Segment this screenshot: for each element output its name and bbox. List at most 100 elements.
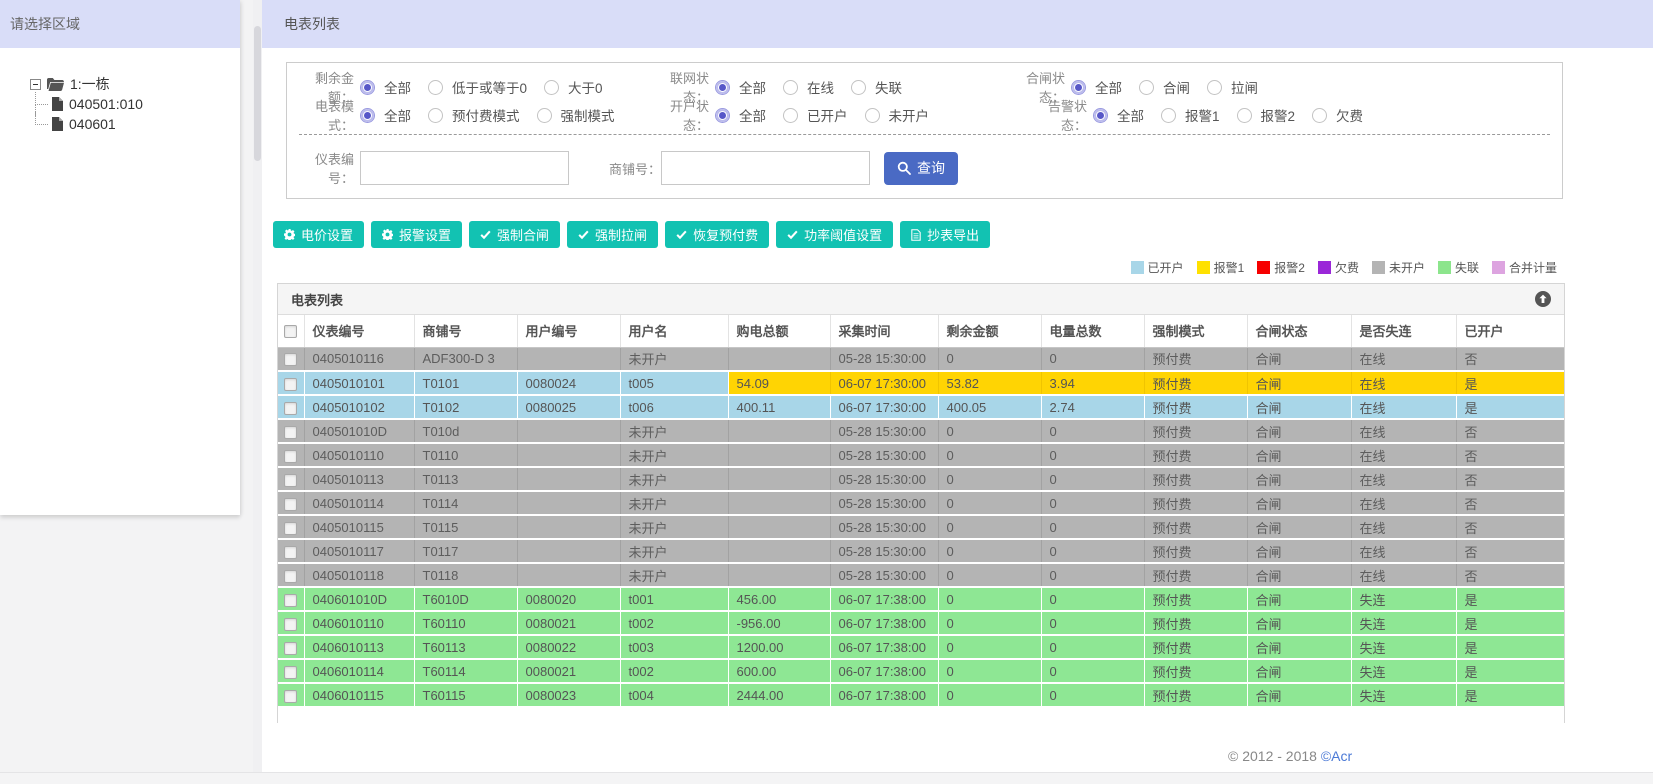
tree-child-item[interactable]: 040501:010 — [35, 92, 240, 116]
force-close-switch-button[interactable]: 强制合闸 — [469, 221, 561, 248]
table-cell: t002 — [620, 611, 729, 636]
row-checkbox[interactable] — [284, 593, 298, 607]
radio-circle[interactable] — [1161, 107, 1176, 123]
radio-circle[interactable] — [1236, 107, 1252, 123]
restore-prepaid-button[interactable]: 恢复预付费 — [665, 221, 770, 248]
table-cell: 预付费 — [1144, 467, 1248, 492]
row-checkbox[interactable] — [284, 521, 298, 535]
radio-circle[interactable] — [428, 107, 443, 123]
radio-circle[interactable] — [715, 79, 730, 95]
radio-option[interactable]: 在线 — [783, 77, 834, 97]
radio-circle[interactable] — [1139, 79, 1154, 95]
radio-option[interactable]: 拉闸 — [1207, 77, 1258, 97]
table-cell — [728, 491, 831, 516]
table-cell: T60113 — [414, 635, 518, 660]
radio-circle[interactable] — [544, 79, 560, 95]
radio-circle[interactable] — [1207, 79, 1222, 95]
column-header: 仪表编号 — [304, 315, 415, 348]
radio-option[interactable]: 未开户 — [864, 105, 929, 125]
vertical-scrollbar[interactable] — [253, 0, 262, 784]
collapse-toggle-icon[interactable] — [30, 78, 41, 90]
radio-label: 全部 — [739, 109, 766, 124]
row-checkbox[interactable] — [284, 617, 298, 631]
legend-swatch — [1130, 261, 1144, 274]
row-checkbox[interactable] — [284, 425, 298, 439]
radio-circle[interactable] — [536, 107, 552, 123]
row-checkbox[interactable] — [284, 569, 298, 583]
radio-label: 报警2 — [1260, 109, 1296, 124]
scrollbar-thumb[interactable] — [254, 26, 261, 161]
table-cell: 合闸 — [1247, 491, 1352, 516]
table-cell: 在线 — [1351, 371, 1457, 396]
radio-option[interactable]: 全部 — [360, 77, 411, 97]
row-checkbox[interactable] — [284, 689, 298, 703]
action-button-label: 电价设置 — [301, 228, 354, 243]
table-cell: t006 — [620, 395, 729, 420]
radio-option[interactable]: 已开户 — [783, 105, 848, 125]
table-cell: 0 — [938, 467, 1042, 492]
alarm-settings-button[interactable]: 报警设置 — [371, 221, 463, 248]
price-settings-button[interactable]: 电价设置 — [273, 221, 365, 248]
query-button[interactable]: 查询 — [884, 151, 959, 185]
row-checkbox[interactable] — [284, 497, 298, 511]
row-checkbox[interactable] — [284, 473, 298, 487]
gear-icon — [284, 229, 295, 240]
table-cell — [517, 347, 621, 372]
table-cell: 0 — [1041, 419, 1145, 444]
radio-option[interactable]: 欠费 — [1312, 105, 1363, 125]
filter-group: 电表模式： 全部 预付费模式 强制模式 — [290, 99, 632, 133]
table-cell: 预付费 — [1144, 563, 1248, 588]
radio-circle[interactable] — [715, 107, 730, 123]
tree-root-item[interactable]: 1:一栋 — [30, 74, 240, 94]
meter-no-input[interactable] — [360, 151, 569, 185]
radio-circle[interactable] — [783, 79, 798, 95]
radio-circle[interactable] — [360, 79, 375, 95]
radio-circle[interactable] — [1312, 107, 1328, 123]
meter-reading-export-button[interactable]: 抄表导出 — [900, 221, 991, 248]
radio-option[interactable]: 强制模式 — [536, 105, 615, 125]
horizontal-scrollbar[interactable] — [0, 772, 1653, 784]
radio-label: 在线 — [807, 81, 834, 96]
radio-option[interactable]: 合闸 — [1139, 77, 1190, 97]
table-cell: 预付费 — [1144, 347, 1248, 372]
filter-group: 开户状态： 全部 已开户 未开户 — [645, 99, 946, 133]
select-all-checkbox[interactable] — [284, 325, 298, 339]
radio-label: 全部 — [1095, 81, 1122, 96]
radio-circle[interactable] — [360, 107, 375, 123]
radio-option[interactable]: 全部 — [360, 105, 411, 125]
radio-option[interactable]: 报警2 — [1236, 105, 1296, 125]
radio-option[interactable]: 失联 — [851, 77, 902, 97]
radio-option[interactable]: 全部 — [1071, 77, 1122, 97]
force-open-switch-button[interactable]: 强制拉闸 — [567, 221, 659, 248]
shop-no-input[interactable] — [661, 151, 871, 185]
radio-circle[interactable] — [428, 79, 443, 95]
row-checkbox[interactable] — [284, 377, 298, 391]
row-checkbox[interactable] — [284, 401, 298, 415]
tree-child-item[interactable]: 040601 — [35, 112, 240, 134]
row-checkbox[interactable] — [284, 449, 298, 463]
collapse-up-icon[interactable] — [1535, 291, 1551, 307]
power-threshold-settings-button[interactable]: 功率阈值设置 — [776, 221, 894, 248]
action-button-label: 抄表导出 — [927, 228, 980, 243]
radio-option[interactable]: 大于0 — [544, 77, 603, 97]
copyright-link[interactable]: ©Acr — [1321, 748, 1352, 764]
area-panel-title: 请选择区域 — [0, 0, 240, 48]
radio-circle[interactable] — [783, 107, 798, 123]
radio-circle[interactable] — [1071, 79, 1086, 95]
radio-option[interactable]: 全部 — [1093, 105, 1144, 125]
check-icon — [480, 229, 491, 240]
radio-circle[interactable] — [1093, 107, 1108, 123]
table-cell: 失连 — [1351, 683, 1457, 708]
radio-option[interactable]: 全部 — [715, 77, 766, 97]
radio-option[interactable]: 低于或等于0 — [428, 77, 527, 97]
radio-option[interactable]: 全部 — [715, 105, 766, 125]
radio-circle[interactable] — [864, 107, 880, 123]
row-checkbox[interactable] — [284, 665, 298, 679]
row-checkbox[interactable] — [284, 353, 298, 367]
radio-option[interactable]: 预付费模式 — [428, 105, 520, 125]
radio-circle[interactable] — [851, 79, 866, 95]
row-checkbox[interactable] — [284, 641, 298, 655]
status-legend: 已开户 报警1 报警2 欠费 未开户 失联 合并计量 — [1130, 259, 1557, 276]
row-checkbox[interactable] — [284, 545, 298, 559]
radio-option[interactable]: 报警1 — [1161, 105, 1220, 125]
